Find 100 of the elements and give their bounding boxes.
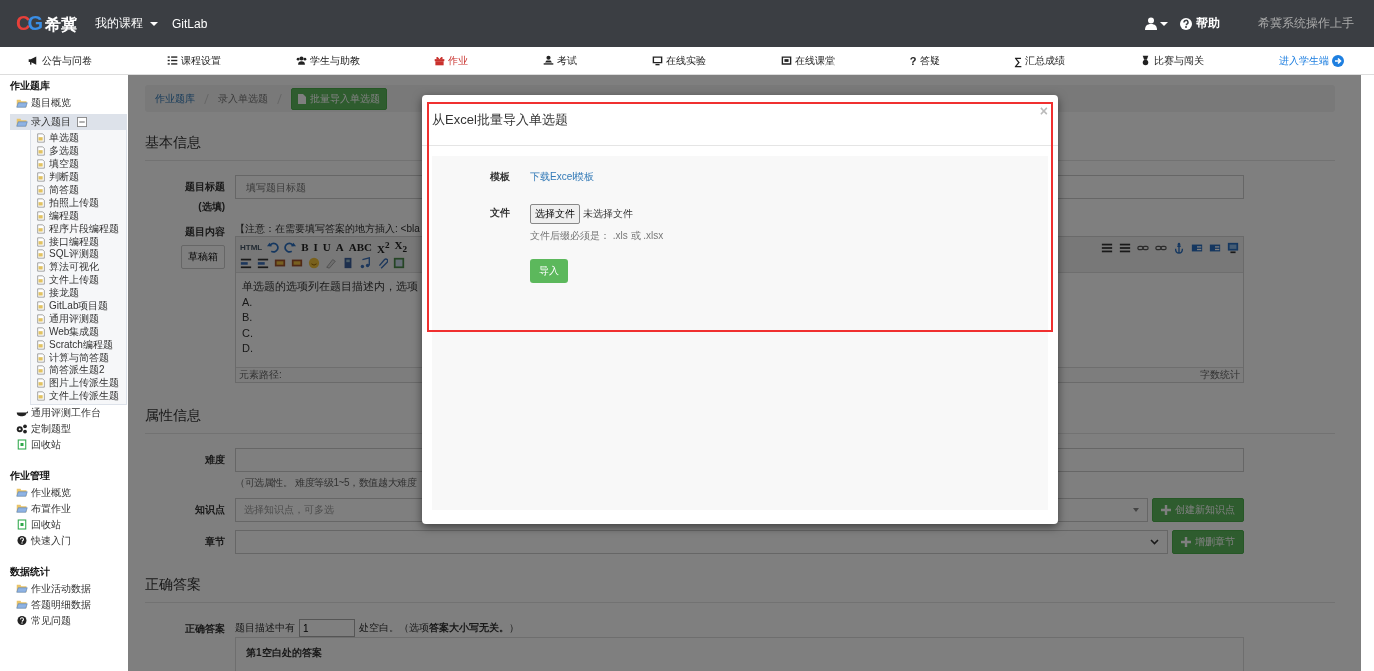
sidebar-item[interactable]: 作业概览 (10, 484, 127, 501)
smiley-icon[interactable] (308, 257, 320, 269)
toolbar-button[interactable]: X$_{2}$ (394, 239, 408, 255)
field-label: 正确答案 (185, 622, 225, 636)
file-status-text: 未选择文件 (583, 207, 633, 221)
document-icon (36, 133, 46, 144)
sidebar-item[interactable]: 定制题型 (10, 420, 127, 437)
nav-tab[interactable]: 课程设置 (166, 53, 221, 68)
picture-icon[interactable] (393, 257, 405, 269)
clip-icon[interactable] (376, 257, 388, 269)
align-icon[interactable] (240, 257, 252, 269)
sidebar-subitem[interactable]: 编程题 (36, 209, 126, 223)
nav-tab[interactable]: 比赛与闯关 (1140, 53, 1205, 68)
image-icon[interactable] (291, 257, 303, 269)
sidebar-item[interactable]: 通用评测工作台 (10, 404, 127, 421)
top-menu-link[interactable]: 我的课程 (95, 15, 158, 32)
sidebar-subitem[interactable]: 拍照上传题 (36, 196, 126, 210)
sidebar-subitem[interactable]: 图片上传派生题 (36, 376, 126, 390)
chapter-select[interactable] (235, 530, 1168, 554)
sidebar-item[interactable]: 回收站 (10, 436, 127, 453)
toolbar-button[interactable]: B (301, 241, 309, 253)
user-icon[interactable] (1145, 17, 1157, 30)
download-template-link[interactable]: 下载Excel模板 (530, 168, 595, 184)
nav-tab[interactable]: 在线课堂 (780, 53, 835, 68)
element-path-label: 元素路径: (239, 369, 282, 381)
caret-icon[interactable] (150, 21, 158, 26)
align-icon[interactable] (1101, 242, 1113, 254)
nav-tab[interactable]: 在线实验 (652, 53, 707, 68)
sidebar-subitem[interactable]: SQL评测题 (36, 248, 126, 261)
nav-tab[interactable]: 作业 (434, 53, 469, 68)
plus-icon (1181, 537, 1191, 547)
sidebar-subitem[interactable]: 程序片段编程题 (36, 222, 126, 236)
sidebar-subitem[interactable]: 简答题 (36, 183, 126, 197)
student-side-link[interactable]: 进入学生端 (1278, 53, 1344, 68)
sidebar-subitem[interactable]: Scratch编程题 (36, 338, 126, 352)
nav-tab[interactable]: ? 答疑 (909, 53, 940, 68)
document-icon (36, 288, 46, 299)
toolbar-button[interactable]: ABC (348, 241, 372, 253)
sidebar-subitem[interactable]: 文件上传派生题 (36, 389, 126, 403)
film-icon[interactable] (342, 257, 354, 269)
sidebar-subitem[interactable]: 多选题 (36, 144, 126, 158)
draft-button[interactable]: 草稿箱 (181, 245, 225, 269)
nav-tab[interactable]: ∑ 汇总成绩 (1014, 53, 1066, 68)
sidebar-item[interactable]: 作业活动数据 (10, 580, 127, 597)
align-icon[interactable] (1119, 242, 1131, 254)
arrow-circle-icon (1331, 54, 1344, 67)
brush-icon[interactable] (325, 257, 337, 269)
sidebar-item[interactable]: 布置作业 (10, 500, 127, 517)
toolbar-button[interactable]: U (322, 241, 331, 253)
sidebar-subitem[interactable]: GitLab项目题 (36, 299, 126, 313)
window-icon[interactable] (1191, 242, 1203, 254)
collapse-toggle-icon[interactable] (77, 117, 87, 127)
chevron-down-icon (1150, 539, 1159, 545)
toolbar-button[interactable]: A (335, 241, 344, 253)
document-icon (36, 223, 46, 234)
trash-icon (16, 439, 28, 451)
sidebar-subitem[interactable]: 填空题 (36, 157, 126, 171)
sidebar-item[interactable]: 快速入门 (10, 532, 127, 549)
sidebar-item[interactable]: 回收站 (10, 516, 127, 533)
sidebar-subitem[interactable]: Web集成题 (36, 325, 126, 339)
logo[interactable]: CG希冀 (16, 11, 77, 36)
choose-file-button[interactable]: 选择文件 (530, 204, 580, 224)
caret-icon[interactable] (1160, 21, 1168, 26)
toolbar-button[interactable]: I (313, 241, 318, 253)
top-menu-link[interactable]: GitLab (172, 16, 208, 31)
sidebar-subitem[interactable]: 简答派生题2 (36, 364, 126, 377)
nav-tab[interactable]: 考试 (543, 53, 578, 68)
notice-text: 【注意：在需要填写答案的地方插入: <bla (235, 222, 420, 236)
undo-icon[interactable] (267, 241, 280, 253)
screen-icon (780, 55, 792, 66)
sidebar-item[interactable]: 题目概览 (10, 95, 127, 111)
window-icon[interactable] (1209, 242, 1221, 254)
sidebar-subitem[interactable]: 判断题 (36, 170, 126, 184)
plus-icon (1161, 505, 1171, 515)
sidebar-subitem[interactable]: 通用评测题 (36, 312, 126, 326)
sidebar-subitem[interactable]: 计算与简答题 (36, 351, 126, 365)
nav-tab[interactable]: 公告与问卷 (28, 53, 92, 68)
sidebar-subitem[interactable]: 文件上传题 (36, 273, 126, 287)
sidebar-subitem[interactable]: 算法可视化 (36, 260, 126, 274)
section-heading: 正确答案 (145, 576, 1335, 603)
word-count-label: 字数统计 (1200, 369, 1240, 381)
sidebar-item[interactable]: 答题明细数据 (10, 596, 127, 613)
blank-count-input[interactable]: 1 (299, 619, 355, 637)
align-icon[interactable] (257, 257, 269, 269)
document-icon (36, 313, 46, 324)
guide-link[interactable]: 希冀系统操作上手 (1258, 15, 1354, 32)
sidebar-item[interactable]: 常见问题 (10, 612, 127, 629)
monitor-icon[interactable] (1227, 242, 1239, 254)
sidebar-subitem[interactable]: 单选题 (36, 132, 126, 145)
nav-tab[interactable]: 学生与助教 (295, 53, 360, 68)
sidebar-subitem[interactable]: 接龙题 (36, 286, 126, 300)
music-icon[interactable] (359, 257, 371, 269)
image-icon[interactable] (274, 257, 286, 269)
toolbar-button[interactable]: X$^{2}$ (377, 239, 390, 255)
redo-icon[interactable] (284, 241, 297, 253)
user-menu[interactable] (1145, 17, 1168, 30)
help-link[interactable]: 帮助 (1180, 15, 1220, 32)
sidebar-subitem[interactable]: 接口编程题 (36, 235, 126, 248)
sidebar-item[interactable]: 录入题目 (10, 114, 127, 130)
anchor-icon[interactable] (1173, 242, 1185, 254)
